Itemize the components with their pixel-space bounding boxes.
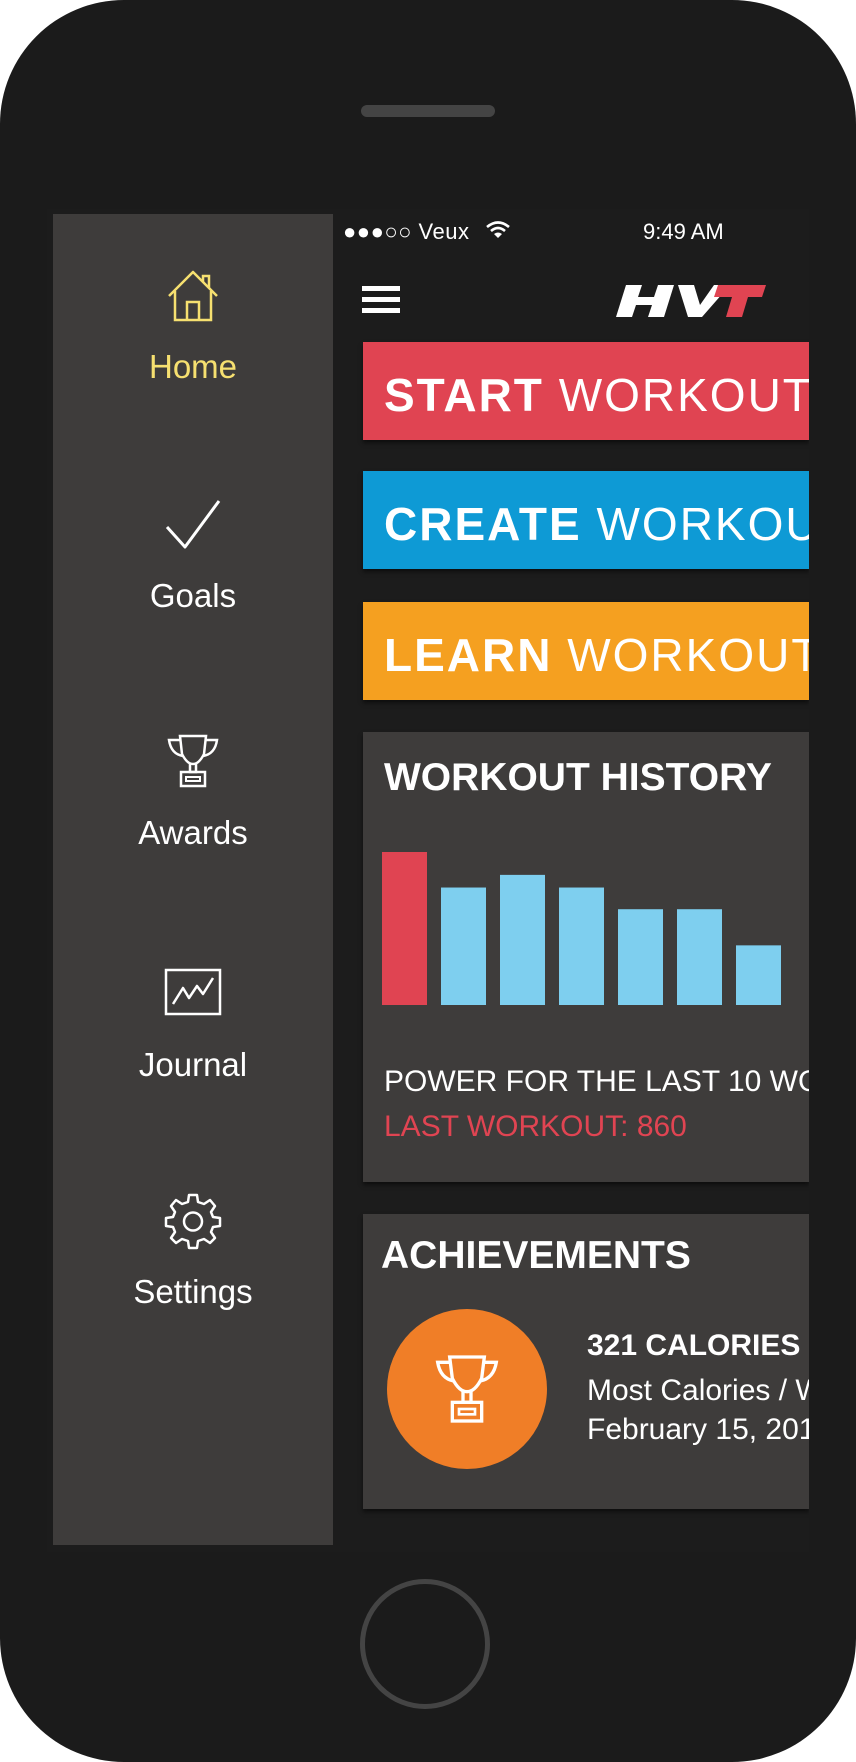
house-icon xyxy=(168,270,218,322)
line-chart-icon xyxy=(164,968,222,1016)
history-bar xyxy=(559,887,604,1005)
trophy-icon xyxy=(167,734,219,788)
history-bar xyxy=(382,852,427,1005)
app-screen: Home Goals Awards Journal Settings ●●●○○… xyxy=(47,209,809,1552)
workout-history-chart xyxy=(382,852,781,1005)
carrier-signal: ●●●○○ Veux xyxy=(343,219,470,244)
phone-frame: Home Goals Awards Journal Settings ●●●○○… xyxy=(0,0,856,1762)
achievement-badge xyxy=(387,1309,547,1469)
achievement-description: Most Calories / Workout xyxy=(587,1374,809,1407)
create-workout-button[interactable]: CREATE WORKOUT xyxy=(363,471,809,569)
workout-label: WORKOUT xyxy=(558,369,809,421)
status-time: 9:49 AM xyxy=(643,219,724,244)
history-bar xyxy=(500,874,545,1005)
sidebar-item-label: Goals xyxy=(149,577,237,614)
create-label: CREATE xyxy=(384,498,582,550)
gear-icon xyxy=(164,1193,222,1250)
sidebar-item-goals[interactable]: Goals xyxy=(53,495,333,675)
sidebar-item-label: Settings xyxy=(133,1273,253,1310)
history-bar xyxy=(441,887,486,1005)
sidebar-item-label: Journal xyxy=(138,1046,248,1083)
power-label: POWER FOR THE LAST 10 WORKOUTS xyxy=(384,1065,809,1098)
history-bar xyxy=(677,909,722,1005)
learn-workout-button[interactable]: LEARN WORKOUT xyxy=(363,602,809,700)
workout-label: WORKOUT xyxy=(567,629,809,681)
history-bar xyxy=(736,945,781,1005)
sidebar-item-awards[interactable]: Awards xyxy=(53,732,333,912)
sidebar-item-settings[interactable]: Settings xyxy=(53,1191,333,1371)
menu-icon[interactable] xyxy=(362,286,400,316)
achievement-value: 321 CALORIES xyxy=(587,1329,801,1362)
start-workout-button[interactable]: START WORKOUT xyxy=(363,342,809,440)
achievements-title: ACHIEVEMENTS xyxy=(381,1234,691,1277)
phone-home-button[interactable] xyxy=(360,1579,490,1709)
history-bar xyxy=(618,909,663,1005)
sidebar-menu: Home Goals Awards Journal Settings xyxy=(53,214,333,1545)
last-workout-value: LAST WORKOUT: 860 xyxy=(384,1110,687,1143)
sidebar-item-label: Awards xyxy=(138,814,248,851)
achievement-date: February 15, 2016 xyxy=(587,1413,809,1446)
status-bar: ●●●○○ Veux 9:49 AM xyxy=(333,217,809,257)
wifi-icon xyxy=(486,221,510,238)
hvt-logo xyxy=(616,285,766,317)
start-label: START xyxy=(384,369,544,421)
workout-history-card[interactable]: WORKOUT HISTORY POWER FOR THE LAST 10 WO… xyxy=(363,732,809,1182)
achievements-card[interactable]: ACHIEVEMENTS 321 CALORIES Most Calories … xyxy=(363,1214,809,1509)
sidebar-item-journal[interactable]: Journal xyxy=(53,964,333,1144)
checkmark-icon xyxy=(165,500,221,549)
phone-speaker xyxy=(361,105,495,117)
learn-label: LEARN xyxy=(384,629,553,681)
sidebar-item-home[interactable]: Home xyxy=(53,266,333,446)
sidebar-item-label: Home xyxy=(148,348,238,385)
workout-history-title: WORKOUT HISTORY xyxy=(384,756,772,799)
trophy-icon xyxy=(435,1355,499,1423)
workout-label: WORKOUT xyxy=(596,498,810,550)
